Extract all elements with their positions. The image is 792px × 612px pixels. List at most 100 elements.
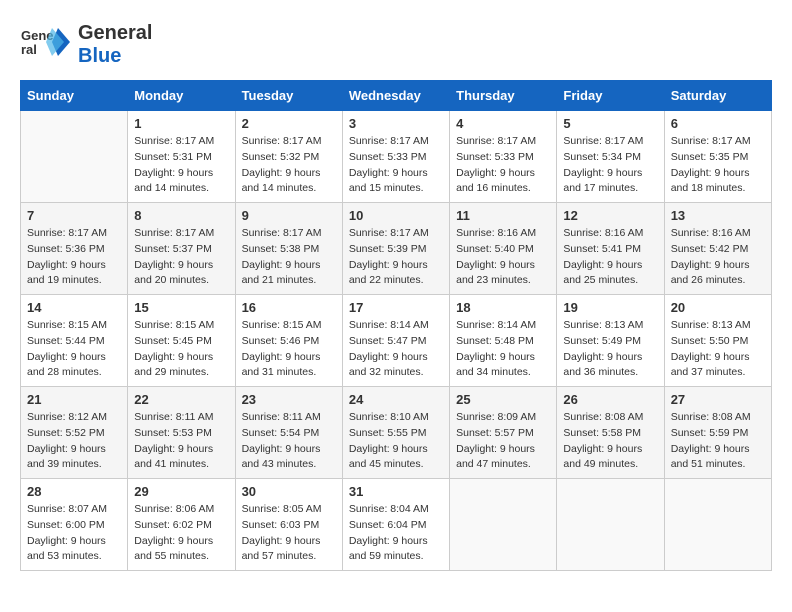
day-cell: 25Sunrise: 8:09 AMSunset: 5:57 PMDayligh… xyxy=(450,387,557,479)
day-info: Sunrise: 8:17 AMSunset: 5:33 PMDaylight:… xyxy=(349,134,443,197)
day-info: Sunrise: 8:14 AMSunset: 5:47 PMDaylight:… xyxy=(349,318,443,381)
day-cell: 11Sunrise: 8:16 AMSunset: 5:40 PMDayligh… xyxy=(450,203,557,295)
day-number: 6 xyxy=(671,116,765,131)
day-number: 20 xyxy=(671,300,765,315)
day-info: Sunrise: 8:13 AMSunset: 5:49 PMDaylight:… xyxy=(563,318,657,381)
day-cell: 13 Sunrise: 8:16 AMSunset: 5:42 PMDayligh… xyxy=(664,203,771,295)
svg-text:ral: ral xyxy=(21,42,37,57)
day-cell: 2 Sunrise: 8:17 AMSunset: 5:32 PMDaylight… xyxy=(235,111,342,203)
header-cell-friday: Friday xyxy=(557,81,664,111)
day-cell xyxy=(450,479,557,571)
day-cell: 7 Sunrise: 8:17 AMSunset: 5:36 PMDaylight… xyxy=(21,203,128,295)
day-number: 22 xyxy=(134,392,228,407)
calendar-table: SundayMondayTuesdayWednesdayThursdayFrid… xyxy=(20,80,772,571)
day-number: 15 xyxy=(134,300,228,315)
day-info: Sunrise: 8:10 AMSunset: 5:55 PMDaylight:… xyxy=(349,410,443,473)
day-info: Sunrise: 8:11 AMSunset: 5:54 PMDaylight:… xyxy=(242,410,336,473)
day-number: 7 xyxy=(27,208,121,223)
day-cell: 26 Sunrise: 8:08 AMSunset: 5:58 PMDayligh… xyxy=(557,387,664,479)
day-cell: 19Sunrise: 8:13 AMSunset: 5:49 PMDayligh… xyxy=(557,295,664,387)
day-info: Sunrise: 8:05 AMSunset: 6:03 PMDaylight:… xyxy=(242,502,336,565)
calendar-body: 1 Sunrise: 8:17 AMSunset: 5:31 PMDaylight… xyxy=(21,111,772,571)
day-cell: 9 Sunrise: 8:17 AMSunset: 5:38 PMDaylight… xyxy=(235,203,342,295)
day-info: Sunrise: 8:17 AMSunset: 5:33 PMDaylight:… xyxy=(456,134,550,197)
day-info: Sunrise: 8:17 AMSunset: 5:31 PMDaylight:… xyxy=(134,134,228,197)
week-row-3: 14Sunrise: 8:15 AMSunset: 5:44 PMDayligh… xyxy=(21,295,772,387)
day-number: 21 xyxy=(27,392,121,407)
header-cell-wednesday: Wednesday xyxy=(342,81,449,111)
day-cell: 28 Sunrise: 8:07 AMSunset: 6:00 PMDayligh… xyxy=(21,479,128,571)
day-info: Sunrise: 8:15 AMSunset: 5:46 PMDaylight:… xyxy=(242,318,336,381)
day-info: Sunrise: 8:17 AMSunset: 5:32 PMDaylight:… xyxy=(242,134,336,197)
day-number: 1 xyxy=(134,116,228,131)
logo-general: General xyxy=(78,22,152,45)
page-header: Gene ral General Blue xyxy=(20,20,772,70)
day-number: 26 xyxy=(563,392,657,407)
day-info: Sunrise: 8:15 AMSunset: 5:45 PMDaylight:… xyxy=(134,318,228,381)
day-number: 16 xyxy=(242,300,336,315)
day-info: Sunrise: 8:11 AMSunset: 5:53 PMDaylight:… xyxy=(134,410,228,473)
day-info: Sunrise: 8:08 AMSunset: 5:59 PMDaylight:… xyxy=(671,410,765,473)
day-number: 9 xyxy=(242,208,336,223)
day-cell: 20 Sunrise: 8:13 AMSunset: 5:50 PMDayligh… xyxy=(664,295,771,387)
day-cell: 1 Sunrise: 8:17 AMSunset: 5:31 PMDaylight… xyxy=(128,111,235,203)
day-number: 13 xyxy=(671,208,765,223)
header-cell-saturday: Saturday xyxy=(664,81,771,111)
week-row-5: 28 Sunrise: 8:07 AMSunset: 6:00 PMDayligh… xyxy=(21,479,772,571)
day-cell xyxy=(557,479,664,571)
day-number: 29 xyxy=(134,484,228,499)
day-info: Sunrise: 8:12 AMSunset: 5:52 PMDaylight:… xyxy=(27,410,121,473)
day-info: Sunrise: 8:17 AMSunset: 5:37 PMDaylight:… xyxy=(134,226,228,289)
logo-blue: Blue xyxy=(78,45,152,68)
week-row-4: 21 Sunrise: 8:12 AMSunset: 5:52 PMDayligh… xyxy=(21,387,772,479)
day-cell: 29Sunrise: 8:06 AMSunset: 6:02 PMDayligh… xyxy=(128,479,235,571)
day-cell: 18 Sunrise: 8:14 AMSunset: 5:48 PMDayligh… xyxy=(450,295,557,387)
day-cell: 30 Sunrise: 8:05 AMSunset: 6:03 PMDayligh… xyxy=(235,479,342,571)
day-info: Sunrise: 8:14 AMSunset: 5:48 PMDaylight:… xyxy=(456,318,550,381)
logo-graphic: Gene ral xyxy=(20,20,70,70)
day-number: 28 xyxy=(27,484,121,499)
day-info: Sunrise: 8:17 AMSunset: 5:34 PMDaylight:… xyxy=(563,134,657,197)
week-row-2: 7 Sunrise: 8:17 AMSunset: 5:36 PMDaylight… xyxy=(21,203,772,295)
day-info: Sunrise: 8:16 AMSunset: 5:42 PMDaylight:… xyxy=(671,226,765,289)
header-cell-tuesday: Tuesday xyxy=(235,81,342,111)
day-cell: 27 Sunrise: 8:08 AMSunset: 5:59 PMDayligh… xyxy=(664,387,771,479)
day-number: 12 xyxy=(563,208,657,223)
day-number: 18 xyxy=(456,300,550,315)
day-number: 10 xyxy=(349,208,443,223)
day-cell: 12 Sunrise: 8:16 AMSunset: 5:41 PMDayligh… xyxy=(557,203,664,295)
day-cell: 6Sunrise: 8:17 AMSunset: 5:35 PMDaylight… xyxy=(664,111,771,203)
header-cell-sunday: Sunday xyxy=(21,81,128,111)
day-number: 14 xyxy=(27,300,121,315)
logo: Gene ral General Blue xyxy=(20,20,152,70)
day-cell: 4Sunrise: 8:17 AMSunset: 5:33 PMDaylight… xyxy=(450,111,557,203)
day-info: Sunrise: 8:13 AMSunset: 5:50 PMDaylight:… xyxy=(671,318,765,381)
day-cell: 21 Sunrise: 8:12 AMSunset: 5:52 PMDayligh… xyxy=(21,387,128,479)
day-number: 27 xyxy=(671,392,765,407)
day-cell xyxy=(664,479,771,571)
day-info: Sunrise: 8:07 AMSunset: 6:00 PMDaylight:… xyxy=(27,502,121,565)
day-info: Sunrise: 8:17 AMSunset: 5:38 PMDaylight:… xyxy=(242,226,336,289)
day-number: 24 xyxy=(349,392,443,407)
day-number: 8 xyxy=(134,208,228,223)
day-info: Sunrise: 8:16 AMSunset: 5:41 PMDaylight:… xyxy=(563,226,657,289)
calendar-header: SundayMondayTuesdayWednesdayThursdayFrid… xyxy=(21,81,772,111)
day-cell: 8 Sunrise: 8:17 AMSunset: 5:37 PMDaylight… xyxy=(128,203,235,295)
day-number: 3 xyxy=(349,116,443,131)
day-number: 31 xyxy=(349,484,443,499)
day-info: Sunrise: 8:08 AMSunset: 5:58 PMDaylight:… xyxy=(563,410,657,473)
day-cell: 10Sunrise: 8:17 AMSunset: 5:39 PMDayligh… xyxy=(342,203,449,295)
logo-svg: Gene ral xyxy=(20,20,70,70)
day-cell: 22 Sunrise: 8:11 AMSunset: 5:53 PMDayligh… xyxy=(128,387,235,479)
day-cell: 17Sunrise: 8:14 AMSunset: 5:47 PMDayligh… xyxy=(342,295,449,387)
day-cell: 24 Sunrise: 8:10 AMSunset: 5:55 PMDayligh… xyxy=(342,387,449,479)
day-cell xyxy=(21,111,128,203)
day-info: Sunrise: 8:17 AMSunset: 5:36 PMDaylight:… xyxy=(27,226,121,289)
day-cell: 5 Sunrise: 8:17 AMSunset: 5:34 PMDaylight… xyxy=(557,111,664,203)
header-cell-thursday: Thursday xyxy=(450,81,557,111)
day-number: 25 xyxy=(456,392,550,407)
day-number: 30 xyxy=(242,484,336,499)
day-cell: 23Sunrise: 8:11 AMSunset: 5:54 PMDayligh… xyxy=(235,387,342,479)
day-number: 2 xyxy=(242,116,336,131)
day-number: 5 xyxy=(563,116,657,131)
